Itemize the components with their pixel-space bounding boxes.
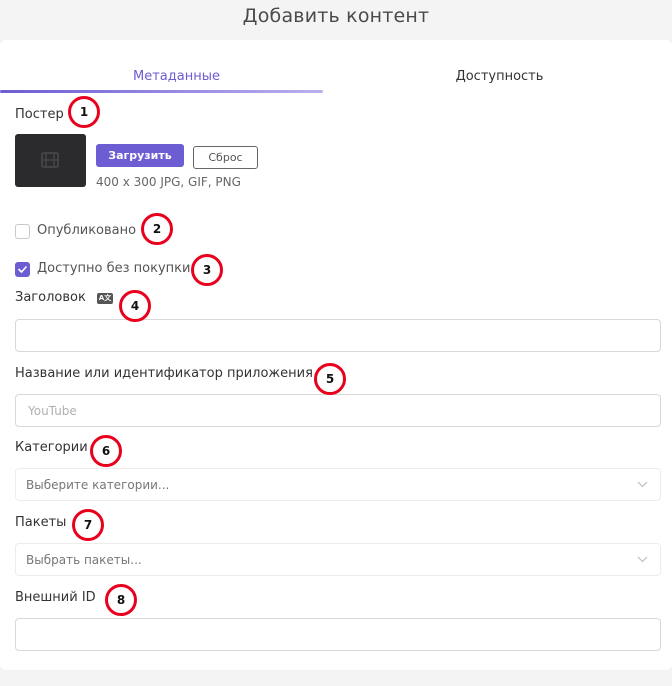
poster-label: Постер [15, 107, 64, 122]
checkmark-icon [18, 266, 27, 273]
annotation-marker-2: 2 [141, 213, 173, 245]
annotation-marker-4: 4 [119, 290, 151, 322]
published-checkbox[interactable] [15, 224, 30, 239]
tab-availability[interactable]: Доступность [338, 68, 661, 90]
tab-metadata[interactable]: Метаданные [15, 68, 338, 90]
annotation-marker-5: 5 [314, 363, 346, 395]
upload-button[interactable]: Загрузить [96, 144, 184, 167]
annotation-marker-6: 6 [90, 435, 122, 467]
free-access-label: Доступно без покупки [37, 261, 191, 276]
published-label: Опубликовано [37, 223, 137, 238]
external-id-input[interactable] [15, 618, 661, 651]
translate-icon[interactable]: A文 [97, 293, 113, 304]
title-input[interactable] [15, 319, 661, 352]
categories-label: Категории [15, 440, 88, 455]
packages-placeholder: Выбрать пакеты... [26, 553, 142, 567]
free-access-checkbox[interactable] [15, 262, 30, 277]
packages-select[interactable]: Выбрать пакеты... [15, 543, 661, 576]
annotation-marker-1: 1 [68, 96, 100, 128]
annotation-marker-3: 3 [191, 254, 223, 286]
content-form-card: Метаданные Доступность Постер Загрузить … [0, 40, 672, 670]
poster-format-hint: 400 x 300 JPG, GIF, PNG [96, 175, 241, 189]
poster-preview [15, 134, 86, 187]
app-input[interactable] [15, 394, 661, 427]
packages-label: Пакеты [15, 515, 67, 530]
title-label: Заголовок [15, 290, 86, 305]
external-id-label: Внешний ID [15, 590, 96, 605]
dialog-title: Добавить контент [242, 5, 430, 27]
categories-placeholder: Выберите категории... [26, 478, 170, 492]
annotation-marker-7: 7 [72, 509, 104, 541]
chevron-down-icon [637, 556, 648, 563]
app-label: Название или идентификатор приложения [15, 366, 313, 381]
active-tab-indicator [0, 90, 323, 93]
annotation-marker-8: 8 [105, 584, 137, 616]
reset-button[interactable]: Сброс [193, 146, 258, 169]
chevron-down-icon [637, 481, 648, 488]
film-icon [41, 152, 59, 168]
categories-select[interactable]: Выберите категории... [15, 468, 661, 501]
